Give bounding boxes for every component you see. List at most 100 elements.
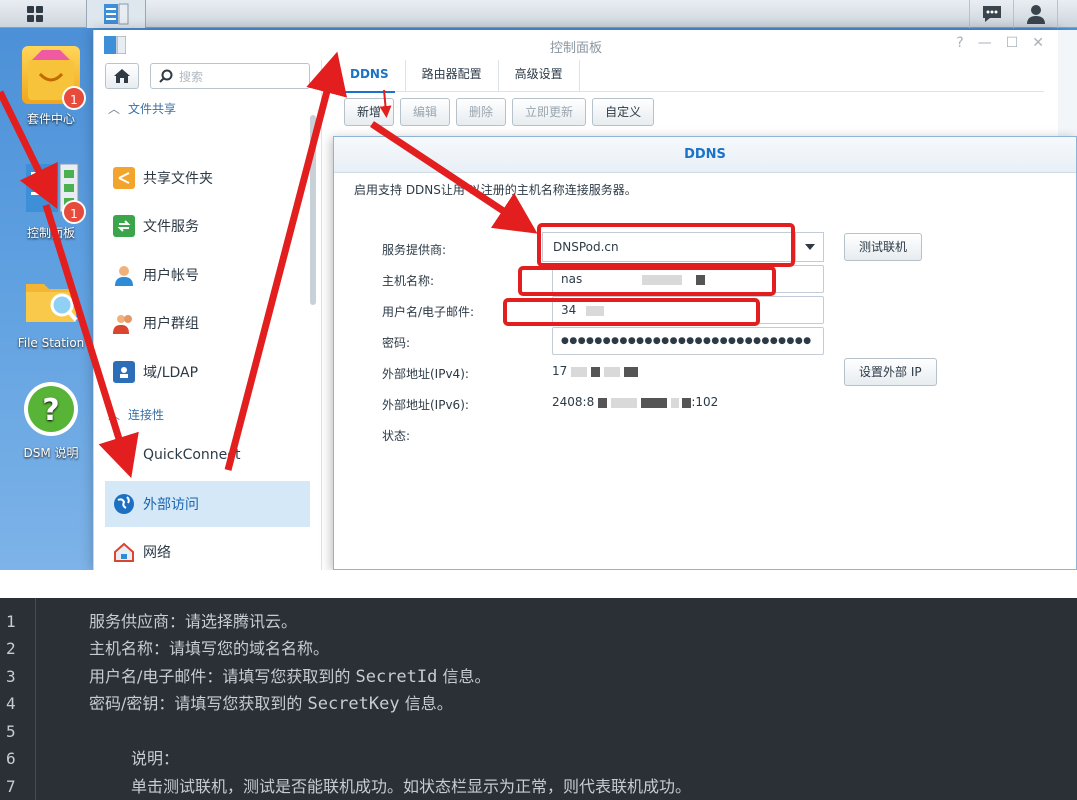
desktop-icon-file-station[interactable]: File Station xyxy=(11,272,91,350)
code-text-part: 信息。 xyxy=(437,667,491,686)
toolbar: 新增 编辑 删除 立即更新 自定义 xyxy=(344,98,655,126)
code-line: 6 说明： xyxy=(0,745,1077,772)
sidebar-item-label: 外部访问 xyxy=(143,497,199,513)
taskbar-control-panel[interactable] xyxy=(86,0,146,28)
sidebar-item-network[interactable]: 网络 xyxy=(105,529,310,570)
redaction xyxy=(571,366,588,377)
line-number: 2 xyxy=(6,639,16,658)
redaction xyxy=(682,397,692,408)
password-label: 密码: xyxy=(382,336,411,350)
ipv6-suffix: :102 xyxy=(691,395,719,409)
section-label: 文件共享 xyxy=(128,102,177,116)
sidebar-item-user-group[interactable]: 用户群组 xyxy=(105,300,310,346)
code-line: 5 xyxy=(0,718,1077,745)
sidebar-item-label: 共享文件夹 xyxy=(143,171,213,187)
sidebar-item-domain-ldap[interactable]: 域/LDAP xyxy=(105,349,310,395)
user-menu-button[interactable] xyxy=(1013,0,1057,28)
main-menu-button[interactable] xyxy=(0,0,70,28)
globe-icon xyxy=(113,493,135,515)
network-icon xyxy=(113,541,135,563)
notifications-button[interactable] xyxy=(969,0,1013,28)
line-number: 4 xyxy=(6,694,16,713)
sidebar-item-external-access[interactable]: 外部访问 xyxy=(105,481,310,527)
domain-icon xyxy=(113,361,135,383)
sidebar-item-quickconnect[interactable]: QuickConnect xyxy=(105,432,310,478)
desktop-icon-package-center[interactable]: 1 套件中心 xyxy=(11,46,91,127)
window-title: 控制面板 xyxy=(549,41,602,56)
section-connectivity[interactable]: ︿ 连接性 xyxy=(108,406,164,423)
hostname-label: 主机名称: xyxy=(382,274,435,288)
sidebar-item-shared-folder[interactable]: 共享文件夹 xyxy=(105,155,310,201)
status-label: 状态: xyxy=(382,429,411,443)
test-connection-button[interactable]: 测试联机 xyxy=(844,233,923,261)
sidebar: 搜索 ︿ 文件共享 共享文件夹 文件服务 用户帐号 用户群组 域/LDAP ︿ … xyxy=(94,60,322,570)
desktop-icon-dsm-help[interactable]: ? DSM 说明 xyxy=(11,380,91,461)
close-button[interactable]: ✕ xyxy=(1032,35,1044,51)
search-icon xyxy=(159,69,173,83)
line-number: 5 xyxy=(6,722,16,741)
tab-advanced[interactable]: 高级设置 xyxy=(499,60,580,92)
maximize-button[interactable]: ☐ xyxy=(1006,35,1019,51)
svg-text:?: ? xyxy=(42,393,59,428)
desktop-icon-label: File Station xyxy=(17,336,85,350)
code-text-part: 信息。 xyxy=(399,694,453,713)
sidebar-scrollbar[interactable] xyxy=(310,115,316,305)
tab-ddns[interactable]: DDNS xyxy=(334,60,406,93)
options-button[interactable] xyxy=(1057,0,1077,28)
set-external-ip-button[interactable]: 设置外部 IP xyxy=(844,358,937,386)
redaction xyxy=(670,397,679,408)
window-titlebar[interactable]: 控制面板 ? — ☐ ✕ xyxy=(94,30,1058,60)
ipv4-text: 17 xyxy=(552,364,568,378)
code-text: 主机名称：请填写您的域名名称。 xyxy=(89,639,330,658)
home-button[interactable] xyxy=(105,63,139,89)
minimize-button[interactable]: — xyxy=(978,35,992,51)
chevron-down-icon[interactable] xyxy=(795,233,823,261)
sidebar-item-label: 网络 xyxy=(143,545,171,561)
redaction xyxy=(598,397,608,408)
ipv6-label: 外部地址(IPv6): xyxy=(382,398,469,412)
desktop-icon-label: DSM 说明 xyxy=(23,446,79,460)
password-input[interactable]: ●●●●●●●●●●●●●●●●●●●●●●●●●●●●●● xyxy=(552,327,824,355)
code-keyword: SecretKey xyxy=(307,694,400,714)
provider-label: 服务提供商: xyxy=(382,243,447,257)
delete-button[interactable]: 删除 xyxy=(456,98,507,126)
line-number: 7 xyxy=(6,777,16,796)
line-number: 1 xyxy=(6,612,16,631)
sidebar-item-label: 文件服务 xyxy=(143,219,199,235)
tab-bar: DDNS 路由器配置 高级设置 xyxy=(334,60,1044,93)
dialog-description: 启用支持 DDNS让用 以注册的主机名称连接服务器。 xyxy=(354,183,637,197)
sidebar-item-label: 域/LDAP xyxy=(143,365,199,381)
home-icon xyxy=(114,69,130,83)
control-panel-icon xyxy=(104,3,129,25)
customize-button[interactable]: 自定义 xyxy=(592,98,655,126)
redaction xyxy=(623,366,638,377)
code-line: 4 密码/密钥：请填写您获取到的 SecretKey 信息。 xyxy=(0,690,1077,717)
code-line: 3 用户名/电子邮件：请填写您获取到的 SecretId 信息。 xyxy=(0,663,1077,690)
ipv6-value: 2408:8 :102 xyxy=(552,395,718,409)
badge-package-center: 1 xyxy=(62,86,86,110)
update-now-button[interactable]: 立即更新 xyxy=(512,98,587,126)
sidebar-item-file-services[interactable]: 文件服务 xyxy=(105,203,310,249)
tab-router-config[interactable]: 路由器配置 xyxy=(406,60,499,92)
quickconnect-icon xyxy=(113,444,135,466)
shared-folder-icon xyxy=(113,167,135,189)
code-text: 密码/密钥：请填写您获取到的 SecretKey 信息。 xyxy=(89,690,453,718)
ipv6-prefix: 2408:8 xyxy=(552,395,595,409)
search-input[interactable]: 搜索 xyxy=(150,63,310,89)
code-block: 1 服务供应商：请选择腾讯云。 2 主机名称：请填写您的域名名称。 3 用户名/… xyxy=(0,598,1077,800)
code-line: 7 单击测试联机，测试是否能联机成功。如状态栏显示为正常，则代表联机成功。 xyxy=(0,773,1077,800)
desktop-icon-control-panel[interactable]: 1 控制面板 xyxy=(11,160,91,241)
ipv4-label: 外部地址(IPv4): xyxy=(382,367,469,381)
chevron-up-icon: ︿ xyxy=(108,408,121,422)
edit-button[interactable]: 编辑 xyxy=(400,98,451,126)
section-file-sharing[interactable]: ︿ 文件共享 xyxy=(108,100,176,117)
code-text: 服务供应商：请选择腾讯云。 xyxy=(89,612,298,631)
ipv4-value: 17 xyxy=(552,364,638,378)
code-line: 1 服务供应商：请选择腾讯云。 xyxy=(0,608,1077,635)
add-button[interactable]: 新增 xyxy=(344,98,395,126)
code-text: 单击测试联机，测试是否能联机成功。如状态栏显示为正常，则代表联机成功。 xyxy=(131,777,692,796)
help-button[interactable]: ? xyxy=(956,35,963,51)
code-text-part: 用户名/电子邮件：请填写您获取到的 xyxy=(89,667,356,686)
sidebar-item-user-account[interactable]: 用户帐号 xyxy=(105,252,310,298)
dialog-title: DDNS xyxy=(334,137,1076,173)
